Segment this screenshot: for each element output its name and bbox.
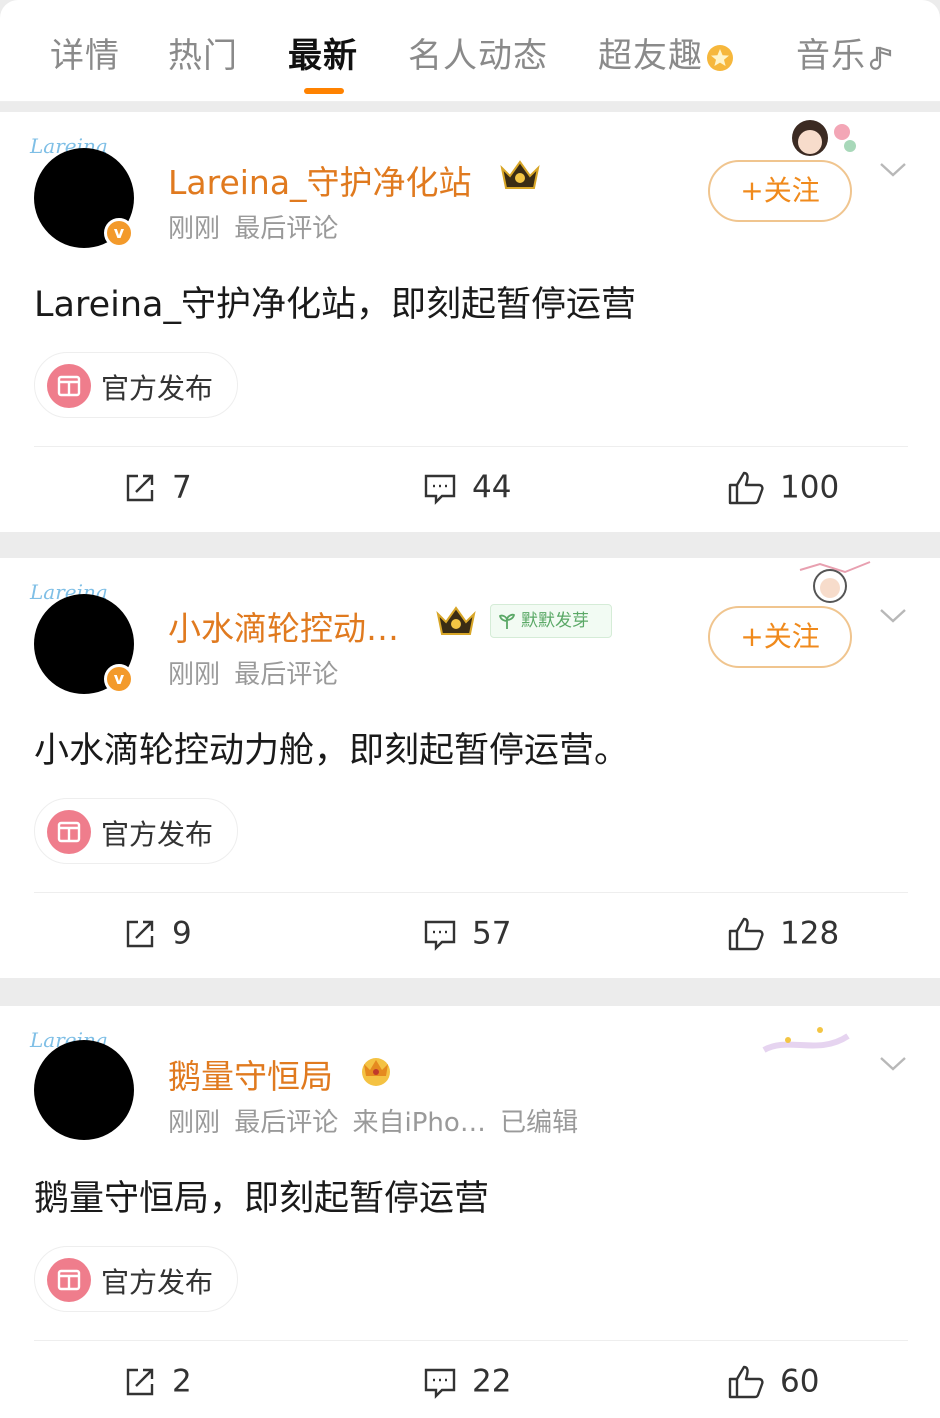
post-text: 小水滴轮控动力舱，即刻起暂停运营。 bbox=[34, 731, 630, 771]
official-release-label: 官方发布 bbox=[101, 1266, 214, 1299]
level-badge-label: 默默发芽 bbox=[521, 611, 589, 631]
official-release-icon bbox=[47, 810, 91, 854]
comment-count: 57 bbox=[472, 915, 512, 952]
crown-icon bbox=[436, 606, 476, 635]
username[interactable]: Lareina_守护净化站 bbox=[168, 156, 472, 204]
official-release-tag[interactable]: 官方发布 bbox=[34, 1246, 238, 1312]
comment-count: 44 bbox=[472, 469, 512, 506]
repost-count: 2 bbox=[172, 1363, 192, 1400]
post-text: Lareina_守护净化站，即刻起暂停运营 bbox=[34, 285, 636, 325]
comment-button[interactable]: 57 bbox=[422, 914, 511, 952]
card-decoration-icon bbox=[762, 1027, 850, 1053]
official-release-icon bbox=[47, 364, 91, 408]
comment-count: 22 bbox=[472, 1363, 512, 1400]
chevron-down-icon[interactable] bbox=[878, 1054, 908, 1074]
divider bbox=[34, 1340, 908, 1341]
comment-button[interactable]: 44 bbox=[422, 468, 511, 506]
follow-button[interactable]: +关注 bbox=[708, 160, 852, 222]
official-release-tag[interactable]: 官方发布 bbox=[34, 352, 238, 418]
crown-icon bbox=[500, 160, 540, 189]
official-release-label: 官方发布 bbox=[101, 818, 214, 851]
like-count: 100 bbox=[780, 469, 840, 506]
verified-badge-icon: v bbox=[104, 664, 134, 694]
post-meta: 刚刚 最后评论 bbox=[168, 214, 339, 244]
like-button[interactable]: 60 bbox=[726, 1362, 819, 1401]
tab-latest[interactable]: 最新 bbox=[288, 28, 358, 77]
repost-icon bbox=[126, 920, 154, 947]
tab-super-fun[interactable]: 超友趣 bbox=[598, 28, 735, 77]
active-tab-indicator bbox=[304, 88, 344, 94]
username[interactable]: 鹅量守恒局 bbox=[168, 1050, 333, 1098]
username[interactable]: 小水滴轮控动… bbox=[168, 602, 399, 650]
tab-celebrity-updates[interactable]: 名人动态 bbox=[408, 28, 548, 77]
repost-count: 7 bbox=[172, 469, 192, 506]
post-text: 鹅量守恒局，即刻起暂停运营 bbox=[34, 1179, 490, 1219]
follow-button[interactable]: +关注 bbox=[708, 606, 852, 668]
tab-super-fun-label: 超友趣 bbox=[598, 36, 703, 76]
level-badge: 默默发芽 bbox=[490, 604, 612, 638]
official-release-label: 官方发布 bbox=[101, 372, 214, 405]
comment-button[interactable]: 22 bbox=[422, 1362, 511, 1400]
like-button[interactable]: 128 bbox=[726, 914, 839, 953]
post-meta: 刚刚 最后评论 bbox=[168, 660, 339, 690]
divider bbox=[34, 446, 908, 447]
sprout-icon bbox=[498, 613, 516, 629]
tab-details[interactable]: 详情 bbox=[50, 28, 120, 77]
star-badge-icon bbox=[707, 44, 733, 71]
thumbs-up-icon bbox=[728, 1365, 764, 1398]
tab-hot[interactable]: 热门 bbox=[168, 28, 238, 77]
like-button[interactable]: 100 bbox=[726, 468, 839, 507]
tab-bar: 详情 热门 最新 名人动态 超友趣 音乐 bbox=[0, 0, 940, 102]
music-note-icon bbox=[869, 46, 892, 70]
chevron-down-icon[interactable] bbox=[878, 160, 908, 180]
repost-button[interactable]: 9 bbox=[122, 914, 192, 952]
comment-icon bbox=[424, 1368, 456, 1399]
verified-badge-icon: v bbox=[104, 218, 134, 248]
like-count: 60 bbox=[780, 1363, 820, 1400]
tab-music-label: 音乐 bbox=[796, 36, 866, 76]
repost-icon bbox=[126, 474, 154, 501]
repost-count: 9 bbox=[172, 915, 192, 952]
repost-button[interactable]: 2 bbox=[122, 1362, 192, 1400]
thumbs-up-icon bbox=[728, 917, 764, 950]
chevron-down-icon[interactable] bbox=[878, 606, 908, 626]
post-card[interactable]: Lareina v 小水滴轮控动… 默默发芽 刚刚 最后评论 +关注 小水滴轮控… bbox=[0, 558, 940, 978]
like-count: 128 bbox=[780, 915, 840, 952]
post-meta: 刚刚 最后评论 来自iPho… 已编辑 bbox=[168, 1108, 579, 1138]
official-release-tag[interactable]: 官方发布 bbox=[34, 798, 238, 864]
divider bbox=[34, 892, 908, 893]
repost-button[interactable]: 7 bbox=[122, 468, 192, 506]
comment-icon bbox=[424, 920, 456, 951]
post-card[interactable]: Lareina 鹅量守恒局 刚刚 最后评论 来自iPho… 已编辑 鹅量守恒局，… bbox=[0, 1006, 940, 1418]
official-release-icon bbox=[47, 1258, 91, 1302]
avatar[interactable] bbox=[34, 1040, 134, 1140]
repost-icon bbox=[126, 1368, 154, 1395]
crown-icon bbox=[362, 1058, 390, 1086]
thumbs-up-icon bbox=[728, 471, 764, 504]
comment-icon bbox=[424, 474, 456, 505]
tab-music[interactable]: 音乐 bbox=[796, 28, 898, 77]
post-card[interactable]: Lareina v Lareina_守护净化站 刚刚 最后评论 +关注 Lare… bbox=[0, 112, 940, 532]
